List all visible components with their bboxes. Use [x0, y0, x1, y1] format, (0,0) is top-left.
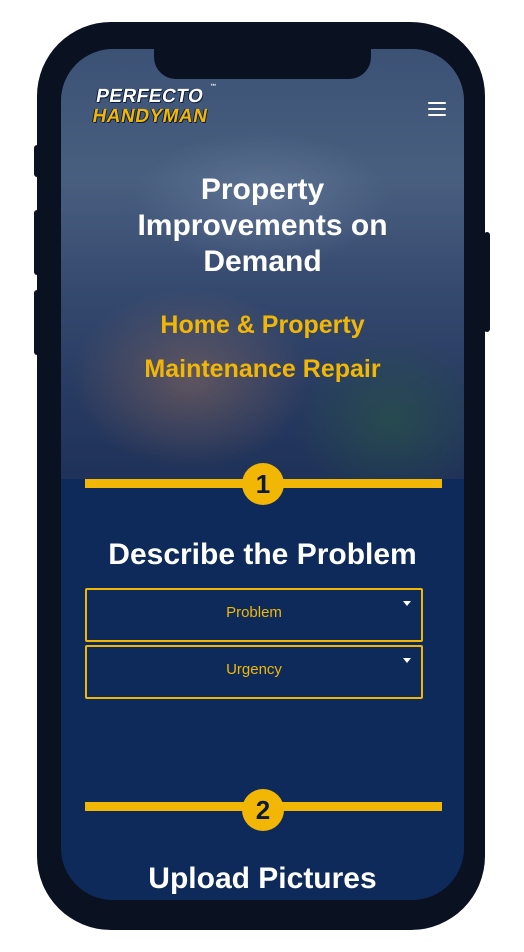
urgency-select[interactable]: Urgency [85, 645, 423, 699]
problem-select-value: Problem [226, 604, 282, 621]
hero-subtitle: Home & Property Maintenance Repair [144, 311, 381, 383]
brand-logo[interactable]: PERFECTO HANDYMAN ™ [90, 84, 253, 131]
logo-text-top: PERFECTO [94, 86, 206, 107]
urgency-select-value: Urgency [226, 661, 282, 678]
phone-volume-up-button [34, 210, 40, 275]
step-1-title: Describe the Problem [108, 538, 417, 571]
phone-side-button-top [34, 145, 40, 177]
hero-section: PERFECTO HANDYMAN ™ Property Improvement… [61, 49, 464, 479]
phone-volume-down-button [34, 290, 40, 355]
phone-power-button [484, 232, 490, 332]
logo-text-bottom: HANDYMAN [90, 106, 210, 127]
phone-screen: PERFECTO HANDYMAN ™ Property Improvement… [61, 49, 464, 900]
chevron-down-icon [403, 658, 411, 663]
hero-title: Property Improvements on Demand [137, 173, 388, 278]
chevron-down-icon [403, 601, 411, 606]
step-2-title: Upload Pictures [148, 862, 377, 895]
step-2-badge: 2 [242, 789, 284, 831]
problem-select[interactable]: Problem [85, 588, 423, 642]
hamburger-menu-icon[interactable] [426, 99, 448, 119]
step-1-badge: 1 [242, 463, 284, 505]
phone-notch [154, 49, 371, 79]
logo-trademark: ™ [209, 84, 217, 90]
